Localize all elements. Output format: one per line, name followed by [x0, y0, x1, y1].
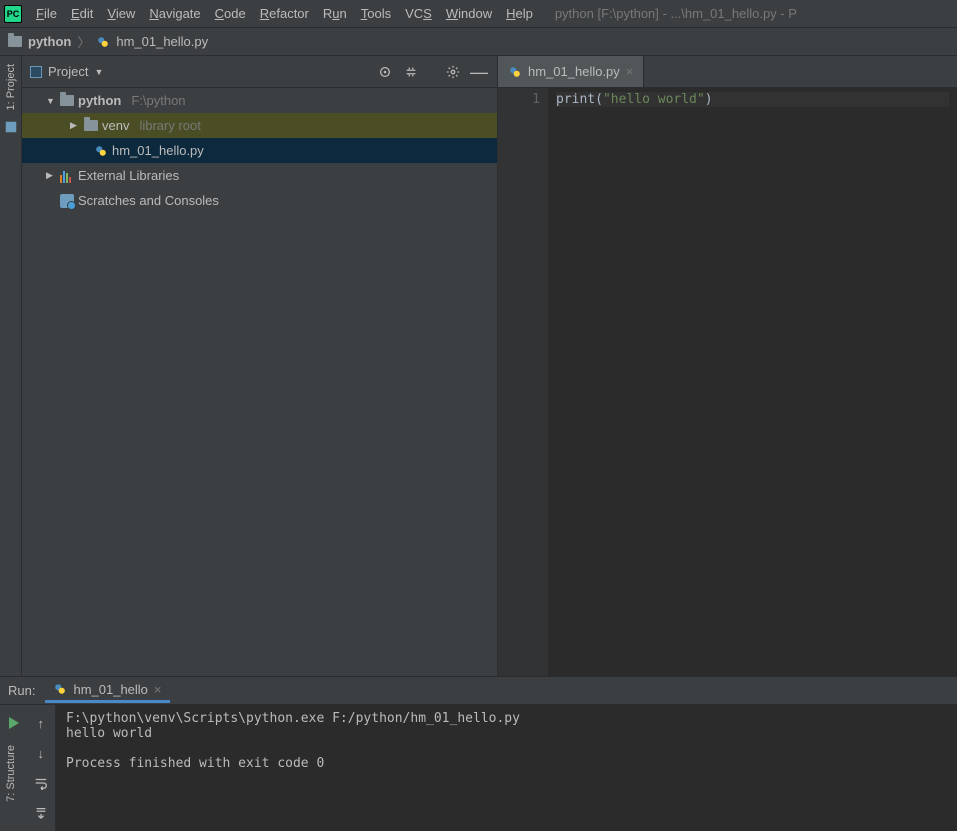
menu-view[interactable]: View — [107, 6, 135, 21]
line-number: 1 — [498, 92, 540, 107]
run-console-output[interactable]: F:\python\venv\Scripts\python.exe F:/pyt… — [56, 705, 957, 831]
code-token-fn: print — [556, 92, 595, 107]
gear-icon[interactable] — [443, 62, 463, 82]
tree-hint: library root — [139, 118, 200, 133]
tree-label: venv — [102, 118, 129, 133]
run-tab-hm01[interactable]: hm_01_hello × — [45, 679, 169, 703]
sidebar-tab-structure[interactable]: 7: Structure — [5, 741, 17, 806]
code-token-paren: ( — [595, 92, 603, 107]
python-file-icon — [94, 144, 108, 158]
window-title-path: python [F:\python] - ...\hm_01_hello.py … — [555, 6, 797, 21]
expand-arrow-icon[interactable] — [46, 96, 56, 106]
project-tree: python F:\python venv library root hm_01… — [22, 88, 497, 676]
tree-label: python — [78, 93, 121, 108]
editor-gutter: 1 — [498, 88, 548, 676]
menu-refactor[interactable]: Refactor — [260, 6, 309, 21]
close-icon[interactable]: × — [626, 64, 634, 79]
project-tool-window: Project ▼ — python F:\python — [22, 56, 498, 676]
module-icon — [4, 120, 18, 134]
breadcrumb-root[interactable]: python — [28, 34, 71, 49]
tree-scratches[interactable]: Scratches and Consoles — [22, 188, 497, 213]
menu-code[interactable]: Code — [215, 6, 246, 21]
collapse-all-icon[interactable] — [401, 62, 421, 82]
editor-tab-label: hm_01_hello.py — [528, 64, 620, 79]
menubar: PC File Edit View Navigate Code Refactor… — [0, 0, 957, 28]
menu-vcs[interactable]: VCS — [405, 6, 432, 21]
editor-tab-bar: hm_01_hello.py × — [498, 56, 957, 88]
left-tool-strip: 1: Project — [0, 56, 22, 676]
library-icon — [60, 169, 74, 183]
tree-label: External Libraries — [78, 168, 179, 183]
tree-label: Scratches and Consoles — [78, 193, 219, 208]
run-label: Run: — [8, 683, 35, 698]
rerun-button[interactable] — [2, 709, 27, 737]
code-area[interactable]: print("hello world") — [548, 88, 957, 676]
tree-hint: F:\python — [131, 93, 185, 108]
sidebar-tab-project[interactable]: 1: Project — [5, 60, 17, 114]
project-panel-title[interactable]: Project ▼ — [48, 64, 103, 79]
hide-icon[interactable]: — — [469, 62, 489, 82]
folder-icon — [60, 95, 74, 106]
menu-file[interactable]: File — [36, 6, 57, 21]
menu-help[interactable]: Help — [506, 6, 533, 21]
scratches-icon — [60, 194, 74, 208]
app-icon: PC — [4, 5, 22, 23]
project-view-icon — [30, 66, 42, 78]
folder-icon — [8, 36, 22, 47]
code-token-paren: ) — [705, 92, 713, 107]
python-file-icon — [96, 35, 110, 49]
code-token-string: "hello world" — [603, 92, 705, 107]
tree-file-hm01[interactable]: hm_01_hello.py — [22, 138, 497, 163]
breadcrumb: python 〉 hm_01_hello.py — [0, 28, 957, 56]
tree-root-python[interactable]: python F:\python — [22, 88, 497, 113]
soft-wrap-icon[interactable] — [29, 769, 54, 797]
editor-area: hm_01_hello.py × 1 print("hello world") — [498, 56, 957, 676]
menu-navigate[interactable]: Navigate — [149, 6, 200, 21]
editor-body[interactable]: 1 print("hello world") — [498, 88, 957, 676]
run-header: Run: hm_01_hello × — [0, 677, 957, 705]
menu-tools[interactable]: Tools — [361, 6, 391, 21]
tree-label: hm_01_hello.py — [112, 143, 204, 158]
close-icon[interactable]: × — [154, 682, 162, 697]
breadcrumb-separator: 〉 — [77, 32, 90, 51]
menu-run[interactable]: Run — [323, 6, 347, 21]
scroll-to-end-icon[interactable] — [29, 799, 54, 827]
tree-external-libs[interactable]: External Libraries — [22, 163, 497, 188]
project-panel-header: Project ▼ — — [22, 56, 497, 88]
run-tool-window: Run: hm_01_hello × ↑ ↓ F:\python\ — [0, 676, 957, 831]
breadcrumb-file[interactable]: hm_01_hello.py — [116, 34, 208, 49]
editor-tab-hm01[interactable]: hm_01_hello.py × — [498, 56, 644, 87]
menu-edit[interactable]: Edit — [71, 6, 93, 21]
chevron-down-icon: ▼ — [94, 67, 103, 77]
expand-arrow-icon[interactable] — [46, 170, 56, 181]
locate-icon[interactable] — [375, 62, 395, 82]
run-tab-label: hm_01_hello — [73, 682, 147, 697]
python-file-icon — [508, 65, 522, 79]
folder-icon — [84, 120, 98, 131]
down-arrow-icon[interactable]: ↓ — [29, 739, 54, 767]
left-tool-strip-bottom: 7: Structure — [0, 741, 22, 831]
expand-arrow-icon[interactable] — [70, 120, 80, 131]
up-arrow-icon[interactable]: ↑ — [29, 709, 54, 737]
tree-venv[interactable]: venv library root — [22, 113, 497, 138]
menu-window[interactable]: Window — [446, 6, 492, 21]
python-file-icon — [53, 682, 67, 696]
